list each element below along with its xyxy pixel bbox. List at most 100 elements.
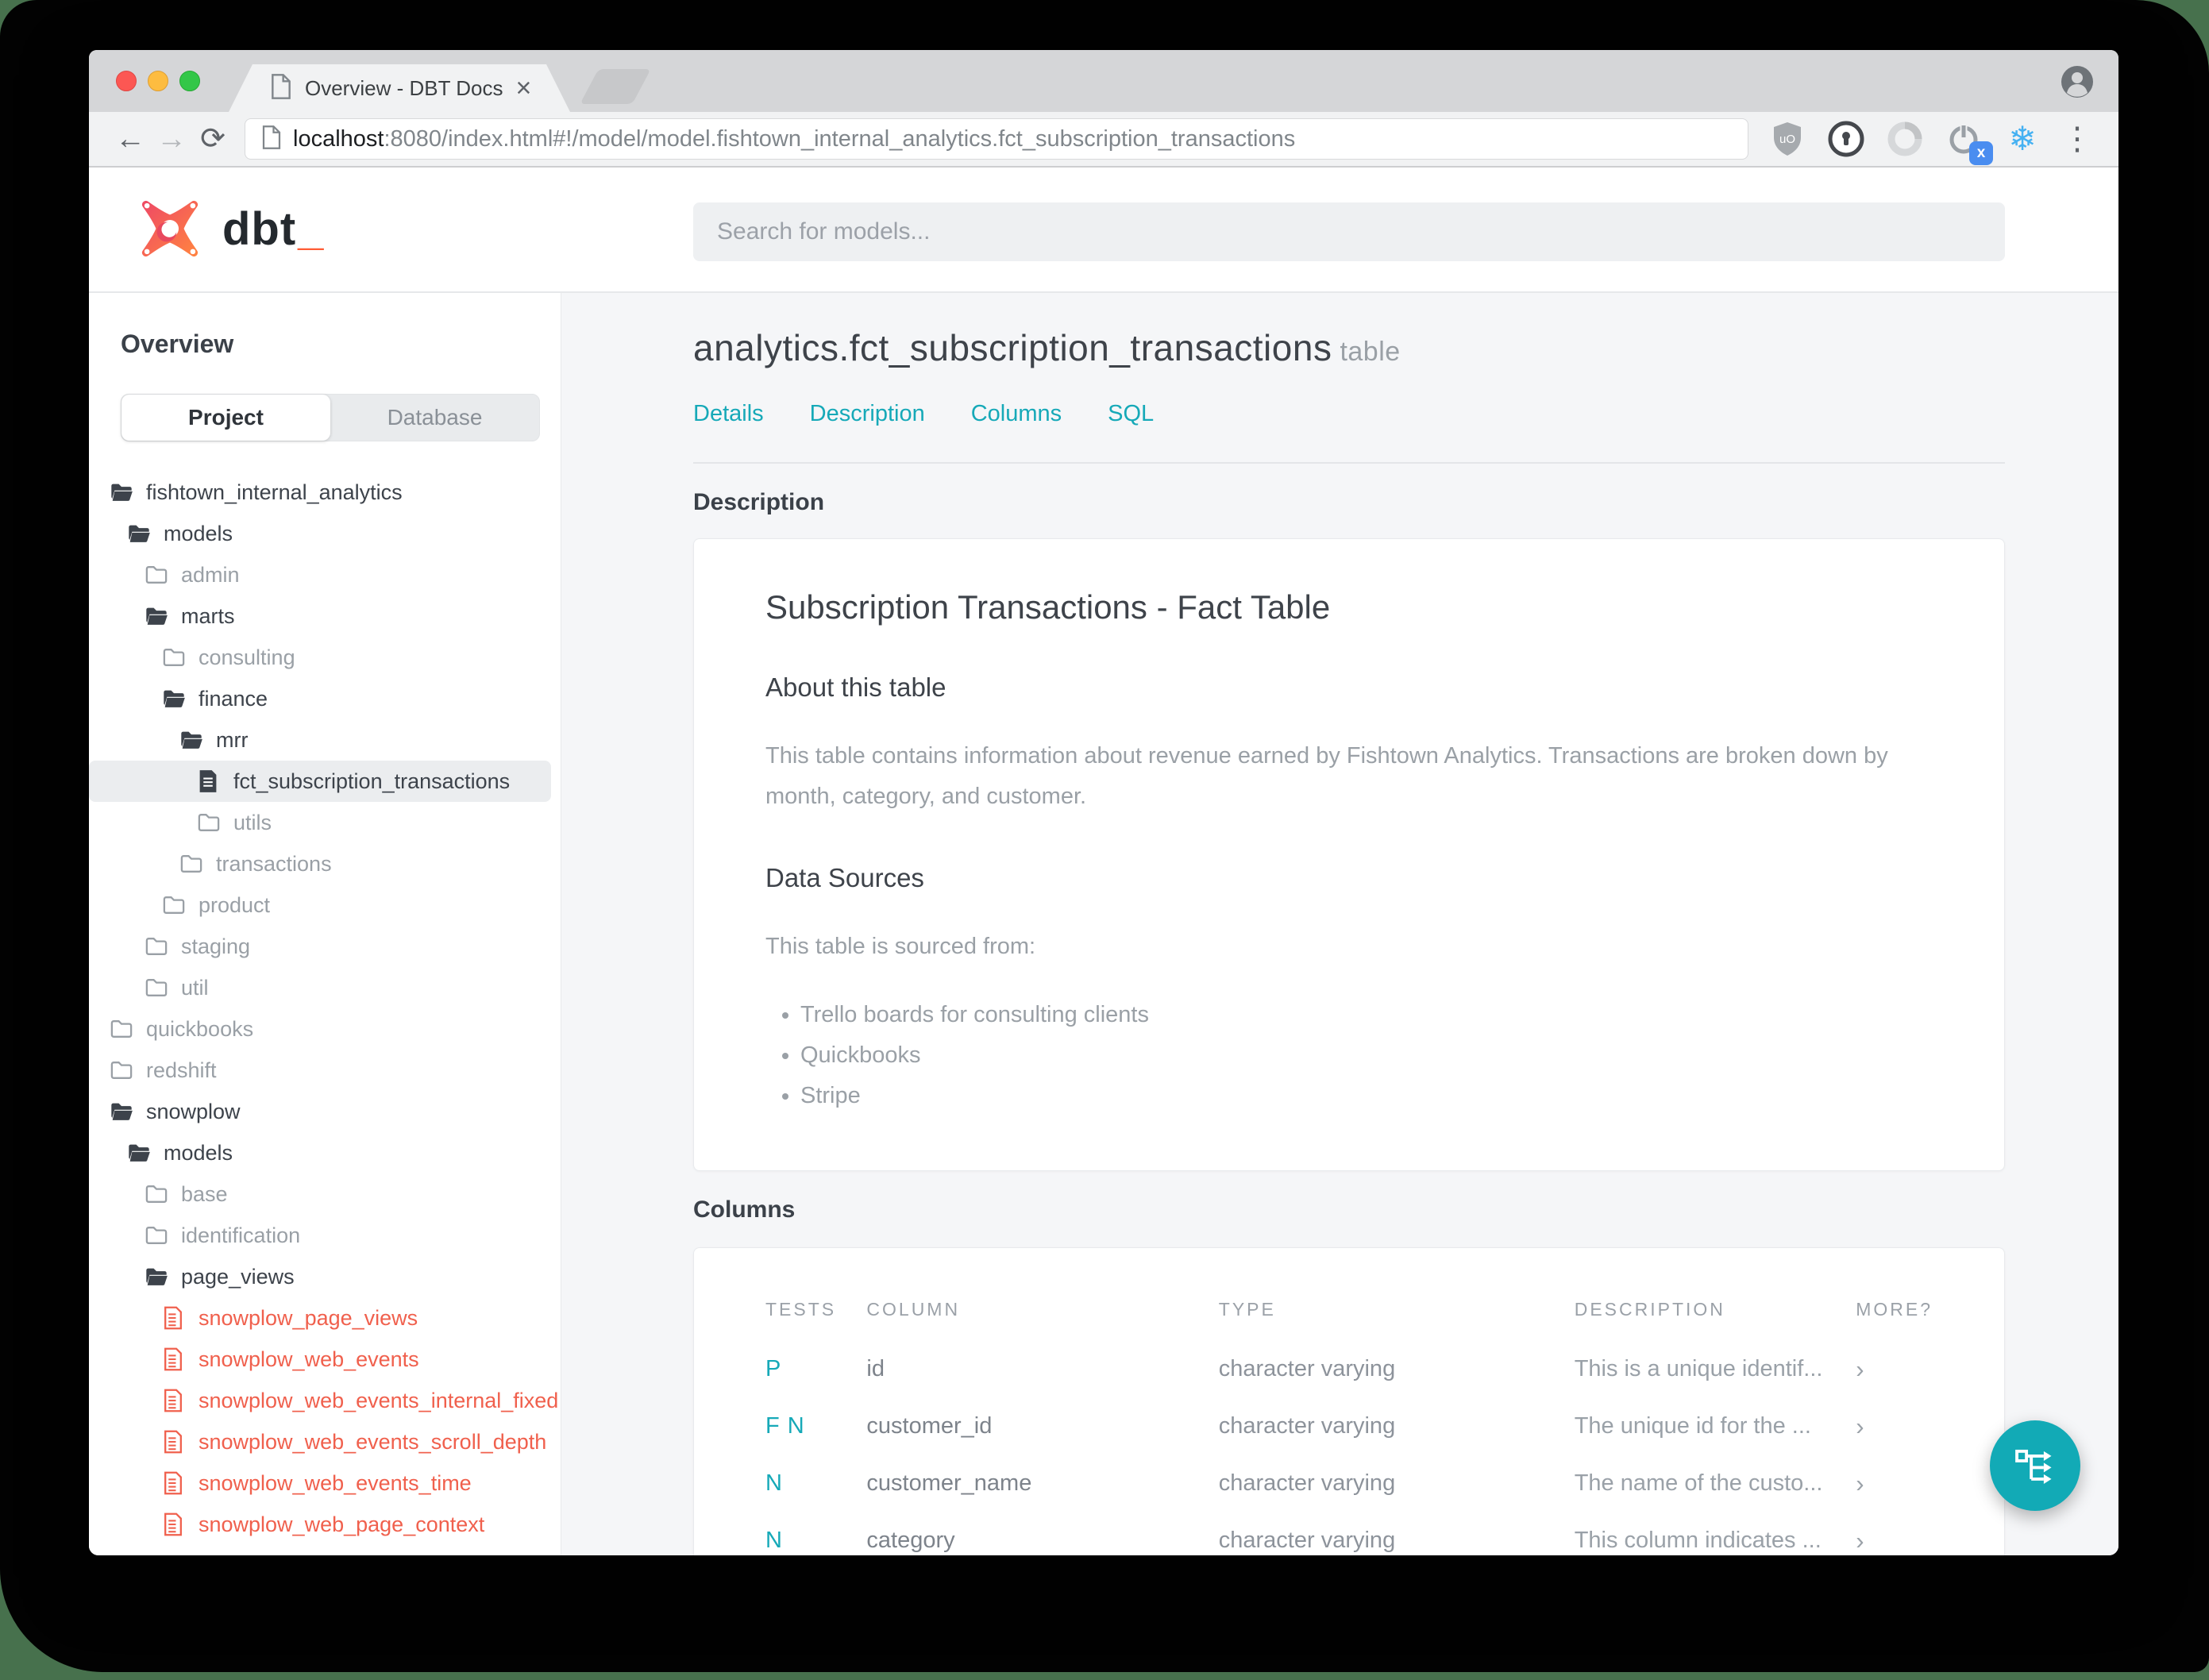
profile-avatar-icon[interactable] [2060,64,2095,99]
tree-item-redshift[interactable]: redshift [89,1050,551,1091]
cell-column: customer_name [866,1470,1032,1496]
reload-button-icon[interactable]: ⟳ [192,124,233,154]
tree-item-snowplow_web_events_scroll_depth[interactable]: snowplow_web_events_scroll_depth [89,1421,551,1462]
model-file-icon [162,1306,186,1330]
test-link[interactable]: F [765,1413,780,1439]
chrome-menu-icon[interactable]: ⋮ [2057,121,2098,157]
ublock-extension-icon[interactable]: uO [1769,121,1806,157]
back-button-icon[interactable]: ← [110,124,151,154]
page-title: analytics.fct_subscription_transactions t… [693,327,1401,368]
tree-item-fct_subscription_transactions[interactable]: fct_subscription_transactions [89,761,551,802]
column-row-customer_id[interactable]: F Ncustomer_id character varying The unique… [765,1398,1933,1455]
tree-item-snowplow_web_events[interactable]: snowplow_web_events [89,1339,551,1380]
tree-item-label: fishtown_internal_analytics [146,480,403,504]
minimize-window-button[interactable] [148,71,168,91]
tab-project[interactable]: Project [121,395,330,441]
close-window-button[interactable] [116,71,137,91]
lineage-graph-button[interactable] [1990,1420,2080,1511]
tab-close-icon[interactable]: × [515,75,531,102]
tree-item-product[interactable]: product [89,884,551,926]
folder-open-icon [179,728,203,752]
power-extension-icon[interactable]: x [1945,121,1993,165]
tree-item-marts[interactable]: marts [89,595,551,637]
tree-item-label: marts [181,603,235,628]
tree-item-snowplow_web_events_internal_fixed[interactable]: snowplow_web_events_internal_fixed [89,1380,558,1421]
model-nav-link-columns[interactable]: Columns [971,401,1062,427]
column-header-description: DESCRIPTION [1574,1298,1725,1320]
onepassword-extension-icon[interactable] [1828,121,1864,157]
tree-item-snowplow[interactable]: snowplow [89,1091,551,1132]
folder-open-icon [162,687,186,711]
model-file-icon [197,769,221,793]
columns-card: TESTS COLUMN TYPE DESCRIPTION MORE? Pid chara… [693,1247,2005,1556]
tree-item-mrr[interactable]: mrr [89,719,551,761]
tree-item-finance[interactable]: finance [89,678,551,719]
tree-item-label: base [181,1181,228,1206]
grayscale-extension-icon[interactable] [1887,121,1923,157]
tree-item-utils[interactable]: utils [89,802,551,843]
tree-item-label: snowplow_page_views [199,1305,418,1330]
tree-item-util[interactable]: util [89,967,551,1008]
tree-item-base[interactable]: base [89,1173,551,1215]
tree-item-consulting[interactable]: consulting [89,637,551,678]
tree-item-label: snowplow_web_events_internal_fixed [199,1388,559,1412]
column-header-type: TYPE [1218,1298,1276,1320]
column-row-category[interactable]: Ncategory character varying This column in… [765,1512,1933,1556]
browser-tab[interactable]: Overview - DBT Docs × [229,64,570,112]
tree-item-admin[interactable]: admin [89,554,551,595]
model-nav-link-details[interactable]: Details [693,401,764,427]
test-link[interactable]: N [788,1413,804,1439]
snowflake-extension-icon[interactable]: ❄ [2004,121,2041,157]
tree-item-label: models [164,1140,233,1165]
tree-item-label: snowplow [146,1099,241,1123]
tree-item-label: finance [199,686,268,711]
extension-icons: uO x ❄ [1769,121,2041,165]
tree-item-label: util [181,975,209,1000]
folder-icon [110,1058,133,1082]
cell-type: character varying [1218,1356,1396,1381]
tab-database[interactable]: Database [330,395,539,441]
model-nav-link-sql[interactable]: SQL [1108,401,1154,427]
browser-tab-strip: Overview - DBT Docs × [89,50,2118,112]
tree-item-staging[interactable]: staging [89,926,551,967]
extension-badge: x [1969,141,1993,165]
search-input[interactable] [693,202,2005,261]
tree-item-snowplow_web_events_time[interactable]: snowplow_web_events_time [89,1462,551,1504]
model-nav-link-description[interactable]: Description [810,401,925,427]
tree-item-snowplow_page_views[interactable]: snowplow_page_views [89,1297,551,1339]
row-expand-chevron[interactable]: › [1856,1455,1933,1512]
row-expand-chevron[interactable]: › [1856,1398,1933,1455]
folder-icon [162,645,186,669]
dbt-logo[interactable]: dbt_ [135,194,323,264]
tree-item-fishtown_internal_analytics[interactable]: fishtown_internal_analytics [89,472,551,513]
tree-item-page_views[interactable]: page_views [89,1256,551,1297]
dbt-logo-text: dbt [222,202,297,255]
description-card: Subscription Transactions - Fact Table A… [693,538,2005,1171]
tree-item-identification[interactable]: identification [89,1215,551,1256]
folder-icon [145,1223,168,1247]
tree-item-models[interactable]: models [89,1132,551,1173]
column-row-customer_name[interactable]: Ncustomer_name character varying The name … [765,1455,1933,1512]
tree-item-snowplow_web_page_context[interactable]: snowplow_web_page_context [89,1504,551,1545]
tree-item-label: models [164,521,233,545]
cell-column: category [866,1528,955,1553]
row-expand-chevron[interactable]: › [1856,1341,1933,1398]
test-link[interactable]: N [765,1470,782,1496]
zoom-window-button[interactable] [179,71,200,91]
tree-item-quickbooks[interactable]: quickbooks [89,1008,551,1050]
new-tab-button[interactable] [580,69,651,104]
test-link[interactable]: N [765,1528,782,1553]
test-link[interactable]: P [765,1356,781,1381]
tree-item-label: staging [181,934,251,958]
tree-item-models[interactable]: models [89,513,551,554]
url-bar[interactable]: localhost:8080/index.html#!/model/model.… [245,118,1748,160]
tree-item-label: fct_subscription_transactions [233,769,511,793]
row-expand-chevron[interactable]: › [1856,1512,1933,1556]
tree-item-label: snowplow_web_page_context [199,1512,485,1536]
sidebar-view-switch: Project Database [121,394,540,441]
folder-icon [162,893,186,917]
tree-item-transactions[interactable]: transactions [89,843,551,884]
cell-column: id [866,1356,885,1381]
forward-button-icon[interactable]: → [151,124,192,154]
column-row-id[interactable]: Pid character varying This is a unique ide… [765,1341,1933,1398]
